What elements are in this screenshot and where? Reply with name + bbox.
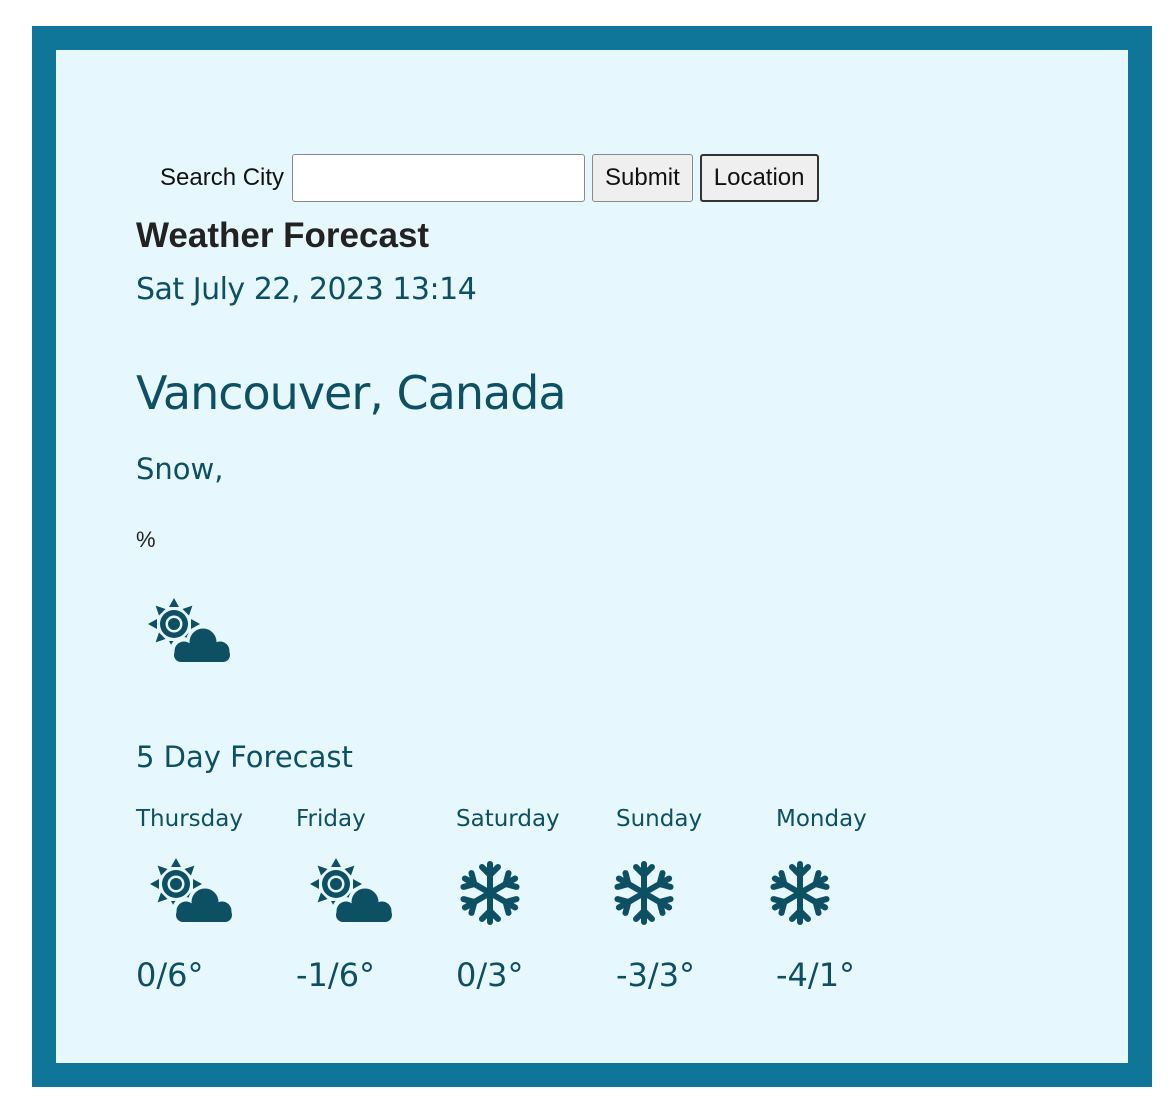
forecast-heading: 5 Day Forecast [136,740,353,774]
city-name: Vancouver, Canada [136,366,567,420]
forecast-day: Saturday 0/3° [456,806,616,1036]
search-city-input[interactable] [292,154,586,202]
forecast-day-temp: 0/6° [136,956,204,994]
page-title: Weather Forecast [136,216,430,255]
current-datetime: Sat July 22, 2023 13:14 [136,272,477,307]
weather-condition: Snow, [136,452,224,486]
weather-card: Search City Submit Location Weather Fore… [32,26,1152,1087]
submit-button[interactable]: Submit [592,154,693,202]
forecast-list: Thursday 0/6° Friday -1/6° Saturday 0/3°… [136,806,936,1036]
search-form: Search City Submit Location [160,154,826,202]
forecast-day-name: Sunday [616,806,703,832]
snowflake-icon [614,860,674,926]
forecast-day-temp: -3/3° [616,956,696,994]
forecast-day-temp: -1/6° [296,956,376,994]
forecast-day: Monday -4/1° [776,806,936,1036]
forecast-day-name: Monday [776,806,867,832]
location-button[interactable]: Location [699,154,819,202]
forecast-day: Friday -1/6° [296,806,456,1036]
forecast-day-name: Thursday [136,806,243,832]
sun-cloud-icon [150,858,236,928]
humidity-value: % [136,527,156,552]
snowflake-icon [770,860,830,926]
forecast-day-name: Friday [296,806,366,832]
sun-cloud-icon [148,598,234,668]
forecast-day-temp: -4/1° [776,956,856,994]
forecast-day-temp: 0/3° [456,956,524,994]
search-label: Search City [160,164,285,191]
forecast-day-name: Saturday [456,806,560,832]
forecast-day: Sunday -3/3° [616,806,776,1036]
forecast-day: Thursday 0/6° [136,806,296,1036]
sun-cloud-icon [310,858,396,928]
snowflake-icon [460,860,520,926]
